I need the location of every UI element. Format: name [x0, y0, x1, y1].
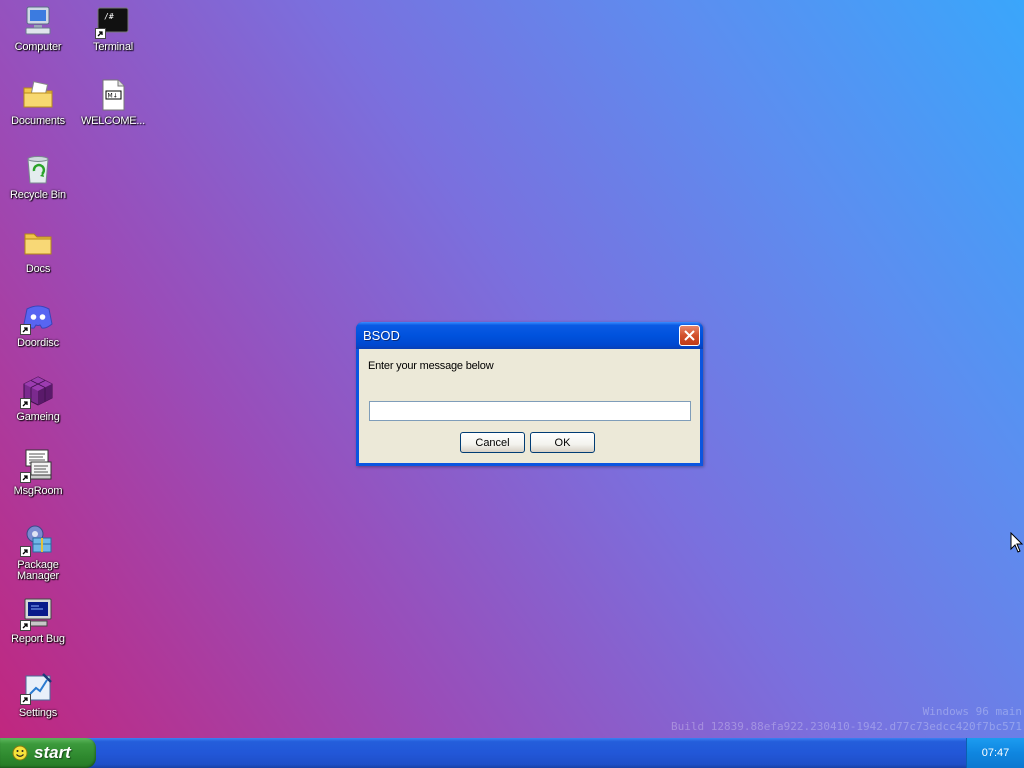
ok-button[interactable]: OK — [530, 432, 595, 453]
shortcut-arrow-icon — [20, 398, 31, 409]
shortcut-arrow-icon — [20, 324, 31, 335]
desktop-icon-label: Recycle Bin — [10, 189, 66, 201]
shortcut-arrow-icon — [20, 620, 31, 631]
shortcut-arrow-icon — [20, 694, 31, 705]
desktop-icon-label: Doordisc — [17, 337, 59, 349]
desktop-icon-label: Package Manager — [16, 559, 59, 582]
chat-room-icon — [20, 448, 55, 483]
system-tray: 07:47 — [966, 738, 1024, 768]
svg-text:M↓: M↓ — [108, 93, 118, 100]
desktop-icon-label: MsgRoom — [13, 485, 63, 497]
desktop-icon-docs[interactable]: Docs — [0, 224, 76, 294]
watermark-line-product: Windows 96 main — [922, 705, 1022, 718]
package-manager-icon — [20, 522, 55, 557]
message-input[interactable] — [369, 401, 691, 421]
desktop-icon-gameing[interactable]: Gameing — [0, 372, 76, 442]
desktop-icon-msgroom[interactable]: MsgRoom — [0, 446, 76, 516]
desktop-icon-label: Settings — [18, 707, 58, 719]
close-button[interactable] — [679, 325, 700, 346]
cancel-button[interactable]: Cancel — [460, 432, 525, 453]
desktop-icon-settings[interactable]: Settings — [0, 668, 76, 738]
shortcut-arrow-icon — [95, 28, 106, 39]
dialog-titlebar[interactable]: BSOD — [356, 322, 703, 349]
build-watermark: Windows 96 main Build 12839.88efa922.230… — [671, 704, 1022, 734]
mouse-pointer-icon — [1010, 532, 1024, 553]
start-label: start — [34, 743, 71, 762]
game-cube-icon — [20, 374, 55, 409]
dialog-prompt: Enter your message below — [368, 360, 494, 372]
desktop-icon-label: WELCOME... — [80, 115, 145, 127]
shortcut-arrow-icon — [20, 472, 31, 483]
desktop-icon-label: Terminal — [93, 41, 133, 53]
desktop-icon-label: Gameing — [16, 411, 60, 423]
dialog-title: BSOD — [363, 328, 400, 343]
terminal-icon: /# — [95, 4, 130, 39]
taskbar: start 07:47 — [0, 738, 1024, 768]
desktop-icon-documents[interactable]: Documents — [0, 76, 76, 146]
desktop-icon-package-manager[interactable]: Package Manager — [0, 520, 76, 590]
desktop-icon-label: Documents — [11, 115, 65, 127]
recycle-bin-icon — [21, 152, 55, 186]
desktop-icon-welcome[interactable]: M↓ WELCOME... — [75, 76, 151, 146]
folder-icon — [21, 226, 55, 260]
close-icon — [684, 330, 695, 341]
desktop-icon-recycle-bin[interactable]: Recycle Bin — [0, 150, 76, 220]
start-button[interactable]: start — [0, 738, 96, 768]
svg-text:/#: /# — [104, 12, 114, 21]
bsod-dialog: BSOD Enter your message below Cancel OK — [356, 322, 703, 466]
clock[interactable]: 07:47 — [982, 747, 1010, 759]
desktop-icon-label: Computer — [14, 41, 62, 53]
settings-icon — [20, 670, 55, 705]
markdown-file-icon: M↓ — [96, 78, 130, 112]
desktop-icon-label: Report Bug — [11, 633, 65, 645]
smiley-icon — [12, 745, 28, 761]
desktop-icon-label: Docs — [25, 263, 51, 275]
desktop-icon-doordisc[interactable]: Doordisc — [0, 298, 76, 368]
desktop: Computer /# Terminal Documents M↓ WELCOM… — [0, 0, 1024, 738]
desktop-icon-terminal[interactable]: /# Terminal — [75, 2, 151, 72]
desktop-icon-report-bug[interactable]: Report Bug — [0, 594, 76, 664]
computer-icon — [21, 4, 55, 38]
shortcut-arrow-icon — [20, 546, 31, 557]
report-bug-icon — [20, 596, 55, 631]
documents-icon — [21, 78, 55, 112]
discord-icon — [20, 300, 55, 335]
watermark-line-build: Build 12839.88efa922.230410-1942.d77c73e… — [671, 720, 1022, 733]
dialog-body: Enter your message below Cancel OK — [359, 349, 700, 453]
desktop-icon-computer[interactable]: Computer — [0, 2, 76, 72]
